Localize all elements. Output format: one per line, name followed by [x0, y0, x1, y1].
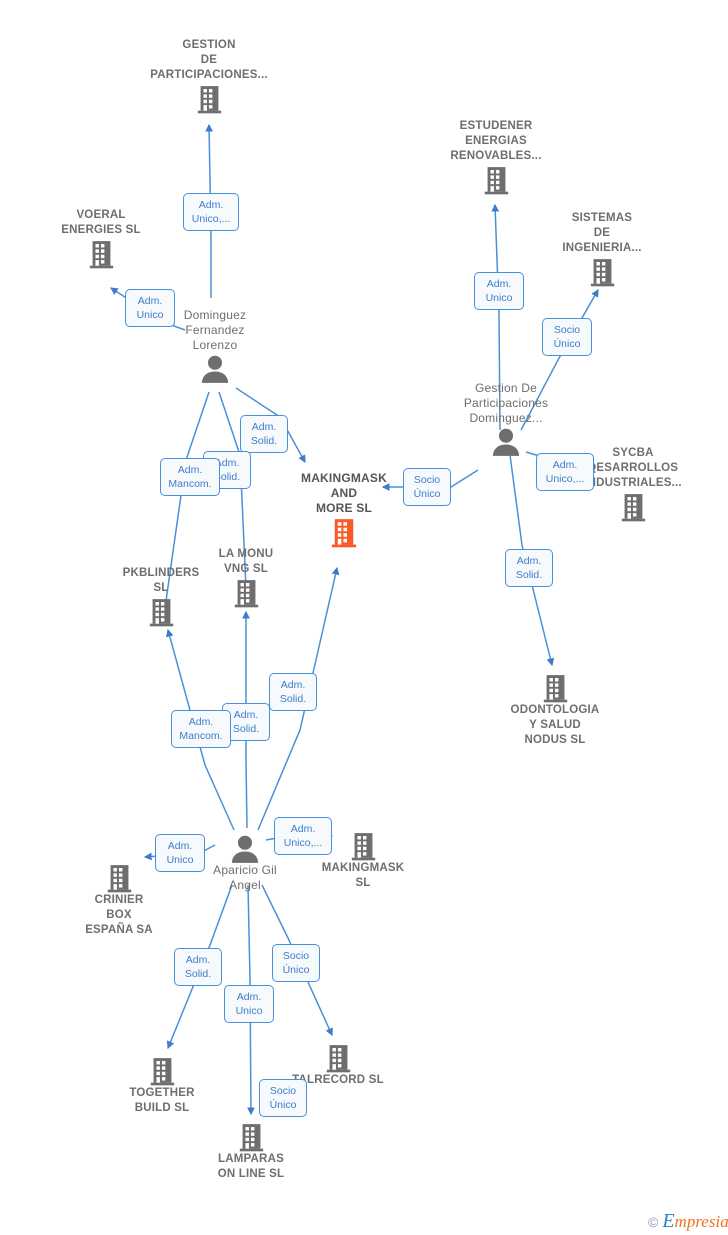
- relation-label-rel_2[interactable]: Adm. Unico: [125, 289, 175, 327]
- node-label-gestion_participaciones_dominguez: Gestion De Participaciones Dominguez...: [463, 381, 549, 425]
- building-icon: [92, 1057, 232, 1086]
- building-icon: [532, 258, 672, 287]
- relation-label-rel_11[interactable]: Adm. Solid.: [269, 673, 317, 711]
- relation-label-rel_10[interactable]: Adm. Solid.: [505, 549, 553, 587]
- empresia-watermark: © Empresia: [648, 1210, 728, 1233]
- relation-label-rel_14[interactable]: Adm. Unico: [155, 834, 205, 872]
- node-together_build[interactable]: TOGETHER BUILD SL: [92, 1054, 232, 1116]
- node-label-makingmask_sl: MAKINGMASK SL: [321, 862, 405, 889]
- node-label-voeral: VOERAL ENERGIES SL: [61, 209, 141, 236]
- relation-label-rel_15[interactable]: Adm. Unico,...: [274, 817, 332, 855]
- node-label-makingmask_and_more: MAKINGMASK AND MORE SL: [301, 471, 387, 515]
- relation-label-rel_9[interactable]: Adm. Unico,...: [536, 453, 594, 491]
- node-label-sistemas_ingenieria: SISTEMAS DE INGENIERIA...: [562, 212, 642, 254]
- relation-label-rel_7[interactable]: Adm. Mancom.: [160, 458, 220, 496]
- relation-label-rel_5[interactable]: Adm. Solid.: [240, 415, 288, 453]
- person-icon: [436, 428, 576, 456]
- node-voeral[interactable]: VOERAL ENERGIES SL: [31, 205, 171, 269]
- node-makingmask_and_more[interactable]: MAKINGMASK AND MORE SL: [274, 468, 414, 548]
- relation-label-rel_19[interactable]: Socio Único: [259, 1079, 307, 1117]
- node-label-together_build: TOGETHER BUILD SL: [129, 1087, 195, 1114]
- node-label-crinier_box: CRINIER BOX ESPAÑA SA: [85, 894, 153, 936]
- relation-label-rel_16[interactable]: Adm. Solid.: [174, 948, 222, 986]
- relation-label-rel_1[interactable]: Adm. Unico,...: [183, 193, 239, 231]
- node-label-odontologia: ODONTOLOGIA Y SALUD NODUS SL: [510, 704, 600, 746]
- empresia-logo-text: Empresia: [662, 1210, 728, 1233]
- relation-label-rel_13[interactable]: Adm. Mancom.: [171, 710, 231, 748]
- relation-label-rel_18[interactable]: Adm. Unico: [224, 985, 274, 1023]
- diagram-canvas: GESTION DE PARTICIPACIONES... VOERAL ENER…: [0, 0, 728, 1235]
- node-label-lamparas_on_line: LAMPARAS ON LINE SL: [217, 1153, 285, 1180]
- relation-label-rel_3[interactable]: Adm. Unico: [474, 272, 524, 310]
- building-icon: [426, 166, 566, 195]
- empresia-logo-rest: mpresia: [674, 1212, 728, 1231]
- building-icon: [181, 1123, 321, 1152]
- building-icon: [176, 579, 316, 608]
- node-label-gestion_participaciones_top: GESTION DE PARTICIPACIONES...: [150, 39, 268, 81]
- building-icon: [485, 674, 625, 703]
- node-crinier_box[interactable]: CRINIER BOX ESPAÑA SA: [49, 861, 189, 938]
- node-la_monu_vng[interactable]: LA MONU VNG SL: [176, 544, 316, 608]
- node-sistemas_ingenieria[interactable]: SISTEMAS DE INGENIERIA...: [532, 208, 672, 287]
- node-lamparas_on_line[interactable]: LAMPARAS ON LINE SL: [181, 1120, 321, 1182]
- building-icon: [31, 240, 171, 269]
- node-estudener[interactable]: ESTUDENER ENERGIAS RENOVABLES...: [426, 116, 566, 195]
- node-label-estudener: ESTUDENER ENERGIAS RENOVABLES...: [450, 120, 542, 162]
- building-icon: [139, 85, 279, 114]
- relation-label-rel_4[interactable]: Socio Único: [542, 318, 592, 356]
- node-label-la_monu_vng: LA MONU VNG SL: [218, 548, 274, 575]
- copyright-icon: ©: [648, 1213, 659, 1230]
- node-odontologia[interactable]: ODONTOLOGIA Y SALUD NODUS SL: [485, 671, 625, 748]
- relation-label-rel_8[interactable]: Socio Único: [403, 468, 451, 506]
- building-icon: [563, 493, 703, 522]
- person-icon: [145, 355, 285, 383]
- building-icon: [268, 1044, 408, 1073]
- node-gestion_participaciones_dominguez[interactable]: Gestion De Participaciones Dominguez...: [436, 378, 576, 456]
- node-gestion_participaciones_top[interactable]: GESTION DE PARTICIPACIONES...: [139, 35, 279, 114]
- relation-label-rel_17[interactable]: Socio Único: [272, 944, 320, 982]
- empresia-logo-initial: E: [662, 1210, 675, 1232]
